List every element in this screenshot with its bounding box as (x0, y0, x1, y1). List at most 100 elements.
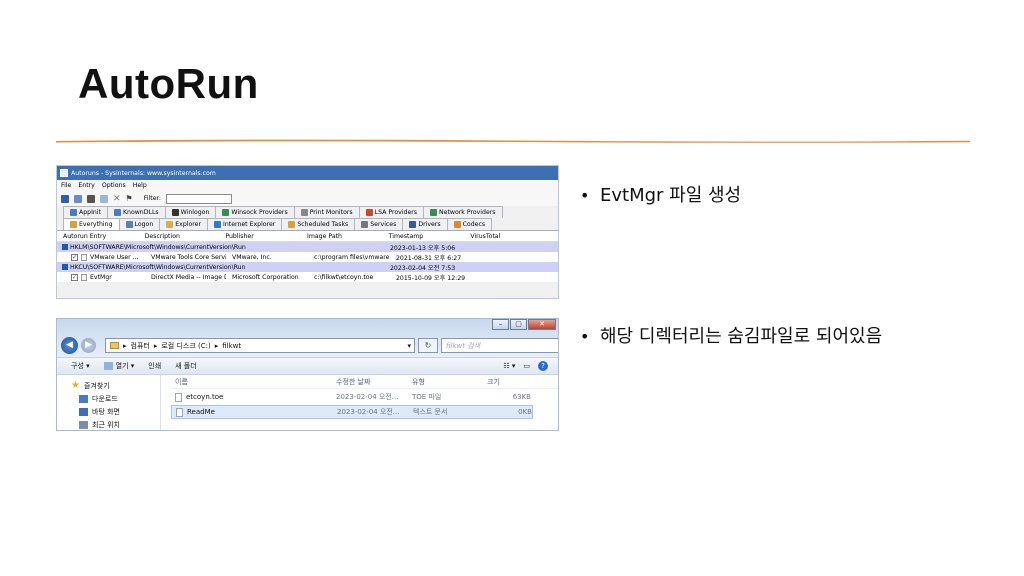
new-folder-button[interactable]: 새 폴더 (175, 361, 197, 371)
filter-label: Filter: (143, 195, 162, 202)
column-description[interactable]: Description (139, 233, 220, 240)
autoruns-toolbar: ✕ ⚑ Filter: (57, 191, 558, 206)
registry-key-row[interactable]: HKLM\SOFTWARE\Microsoft\Windows\CurrentV… (57, 242, 558, 252)
preview-pane-icon[interactable]: ▭ (523, 362, 530, 370)
menu-file[interactable]: File (61, 182, 71, 189)
entry-image-path: c:\program files\vmware... (314, 253, 390, 261)
breadcrumb-filkwt[interactable]: filkwt (222, 342, 241, 350)
menu-options[interactable]: Options (102, 182, 126, 189)
text-document-icon (176, 407, 183, 417)
breadcrumb-computer[interactable]: 컴퓨터 (131, 341, 150, 351)
autorun-entry-row[interactable]: ✓ EvtMgr DirectX Media -- Image Dire... … (57, 272, 558, 282)
nav-favorites[interactable]: ★ 즐겨찾기 (71, 379, 160, 392)
chevron-down-icon[interactable]: ▾ (407, 342, 411, 350)
tab-scheduled-tasks[interactable]: Scheduled Tasks (281, 218, 356, 230)
file-modified: 2023-02-04 오전... (336, 393, 399, 401)
refresh-icon[interactable] (74, 194, 82, 203)
search-input[interactable]: filkwt 검색 ⚲ (441, 338, 558, 353)
column-image-path[interactable]: Image Path (301, 233, 383, 240)
address-bar[interactable]: ▸ 컴퓨터 ▸ 로컬 디스크 (C:) ▸ filkwt ▾ (105, 338, 415, 353)
winlogon-icon (171, 209, 179, 216)
close-icon[interactable]: ✕ (528, 319, 556, 330)
tab-drivers[interactable]: Drivers (402, 218, 448, 230)
help-icon[interactable]: ? (538, 361, 548, 371)
save-icon[interactable] (61, 194, 69, 203)
tab-internet-explorer[interactable]: Internet Explorer (207, 218, 283, 230)
dll-icon (113, 209, 121, 216)
bullet-item-2: • 해당 디렉터리는 숨김파일로 되어있음 (580, 322, 882, 348)
autorun-entry-row[interactable]: ✓ VMware User ... VMware Tools Core Serv… (57, 252, 558, 262)
view-options-icon[interactable]: ☷ ▾ (503, 362, 515, 370)
file-row[interactable]: etcoyn.toe 2023-02-04 오전... TOE 파일 63KB (171, 390, 558, 404)
tab-lsa-providers[interactable]: LSA Providers (358, 206, 425, 218)
menu-help[interactable]: Help (133, 182, 147, 189)
folder-icon (166, 221, 174, 228)
column-name[interactable]: 이름 (171, 377, 336, 387)
minimize-icon[interactable]: – (492, 319, 509, 330)
vmware-icon (81, 253, 87, 261)
organize-button[interactable]: 구성 ▾ (71, 361, 90, 371)
menu-entry[interactable]: Entry (78, 182, 94, 189)
autoruns-menubar: File Entry Options Help (57, 180, 558, 191)
nav-downloads[interactable]: 다운로드 (71, 392, 160, 405)
breadcrumb-local-disk[interactable]: 로컬 디스크 (C:) (161, 341, 210, 351)
jump-icon[interactable]: ⚑ (126, 194, 133, 203)
tab-network-providers[interactable]: Network Providers (423, 206, 503, 218)
registry-key-row[interactable]: HKCU\SOFTWARE\Microsoft\Windows\CurrentV… (57, 262, 558, 272)
print-button[interactable]: 인쇄 (148, 361, 161, 371)
open-label: 열기 ▾ (115, 362, 135, 370)
entry-name: EvtMgr (90, 273, 112, 281)
tab-label: LSA Providers (374, 209, 418, 216)
filter-input[interactable] (166, 193, 233, 204)
bullet-text: 해당 디렉터리는 숨김파일로 되어있음 (600, 326, 883, 347)
registry-key-timestamp: 2023-01-13 오후 5:06 (390, 244, 456, 252)
refresh-icon[interactable]: ↻ (418, 338, 438, 353)
open-button[interactable]: 열기 ▾ (103, 361, 135, 371)
entry-description: VMware Tools Core Service (151, 253, 226, 261)
column-size[interactable]: 크기 (487, 377, 531, 387)
entry-publisher: Microsoft Corporation (232, 273, 299, 281)
window-controls: – ▢ ✕ (492, 319, 556, 330)
tab-winsock-providers[interactable]: Winsock Providers (215, 206, 295, 218)
tab-label: Services (370, 221, 397, 228)
tab-label: Internet Explorer (223, 221, 276, 228)
tab-codecs[interactable]: Codecs (446, 218, 493, 230)
back-arrow-icon[interactable]: ◀ (61, 337, 78, 354)
tab-label: Network Providers (439, 209, 496, 216)
registry-icon (62, 264, 68, 270)
maximize-icon[interactable]: ▢ (510, 319, 527, 330)
delete-icon[interactable]: ✕ (113, 194, 121, 204)
file-size: 0KB (518, 408, 532, 416)
column-virustotal[interactable]: VirusTotal (464, 233, 558, 240)
column-publisher[interactable]: Publisher (219, 233, 301, 240)
tab-knowndlls[interactable]: KnownDLLs (106, 206, 166, 218)
entry-timestamp: 2021-08-31 오후 6:27 (396, 254, 462, 262)
nav-desktop[interactable]: 바탕 화면 (71, 405, 160, 418)
column-autorun-entry[interactable]: Autorun Entry (57, 233, 139, 240)
file-row-selected[interactable]: ReadMe 2023-02-04 오전... 텍스트 문서 0KB (171, 405, 533, 419)
tab-print-monitors[interactable]: Print Monitors (293, 206, 360, 218)
tab-label: Drivers (418, 221, 441, 228)
tab-services[interactable]: Services (354, 218, 404, 230)
task-icon (288, 221, 296, 228)
registry-key-timestamp: 2023-02-04 오전 7:53 (390, 264, 456, 272)
copy-icon[interactable] (100, 194, 108, 203)
tab-explorer[interactable]: Explorer (159, 218, 209, 230)
column-timestamp[interactable]: Timestamp (383, 233, 465, 240)
find-icon[interactable] (87, 194, 95, 203)
forward-arrow-icon[interactable]: ▶ (81, 338, 96, 353)
tab-appinit[interactable]: AppInit (63, 206, 108, 218)
entry-description: DirectX Media -- Image Dire... (151, 273, 226, 281)
tab-logon[interactable]: Logon (118, 218, 161, 230)
explorer-titlebar: – ▢ ✕ ◀ ▶ ▸ 컴퓨터 ▸ 로컬 디스크 (C:) ▸ filkwt ▾… (57, 319, 558, 357)
entry-checkbox[interactable]: ✓ (71, 273, 78, 281)
entry-checkbox[interactable]: ✓ (71, 253, 78, 261)
column-modified[interactable]: 수정한 날짜 (336, 377, 412, 387)
bullet-dot: • (580, 186, 590, 205)
tab-winlogon[interactable]: Winlogon (164, 206, 217, 218)
tab-everything[interactable]: Everything (63, 218, 120, 230)
nav-recent-places[interactable]: 최근 위치 (71, 418, 160, 430)
tab-label: Winlogon (180, 209, 210, 216)
entry-image-path: c:\filkwt\etcoyn.toe (314, 273, 374, 281)
column-type[interactable]: 유형 (412, 377, 487, 387)
